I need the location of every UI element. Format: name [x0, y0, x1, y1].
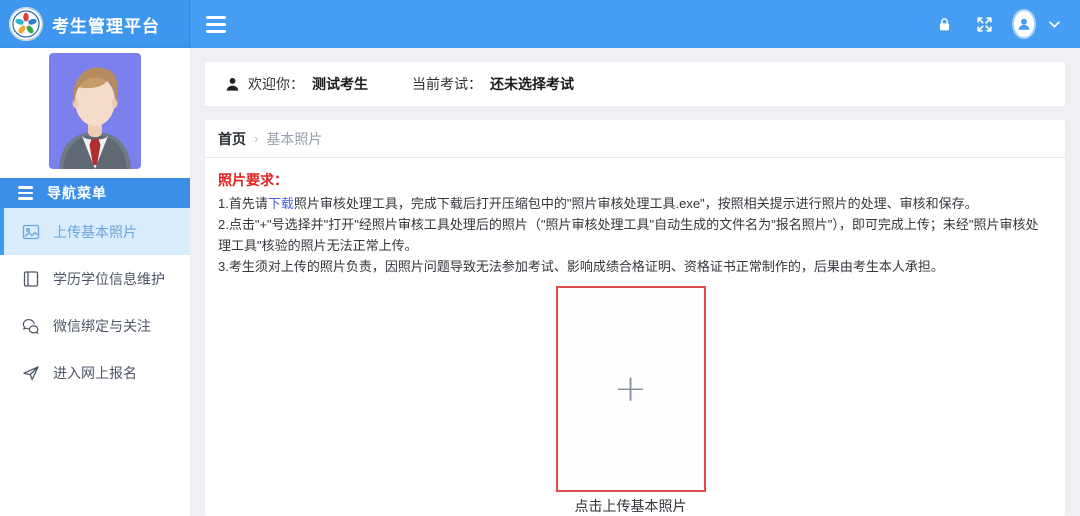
breadcrumb-separator: ›	[254, 131, 258, 146]
wechat-icon	[22, 317, 40, 335]
nav-menu-title: 导航菜单	[47, 183, 107, 203]
user-icon	[225, 77, 240, 92]
sidebar: 导航菜单 上传基本照片 学历学位信息维护	[0, 48, 190, 516]
breadcrumb-current: 基本照片	[266, 129, 322, 149]
sidebar-menu: 上传基本照片 学历学位信息维护 微信绑定与关注	[0, 208, 190, 396]
sidebar-item-label: 进入网上报名	[53, 363, 137, 383]
sidebar-item-wechat-bind[interactable]: 微信绑定与关注	[0, 302, 190, 349]
chevron-down-icon[interactable]	[1044, 14, 1064, 34]
sidebar-item-label: 学历学位信息维护	[53, 269, 165, 289]
person-placeholder-image	[49, 53, 141, 169]
requirement-line-3: 3.考生须对上传的照片负责，因照片问题导致无法参加考试、影响成绩合格证明、资格证…	[218, 256, 1043, 277]
nav-menu-header: 导航菜单	[0, 178, 190, 208]
book-icon	[22, 270, 40, 288]
breadcrumb: 首页 › 基本照片	[205, 120, 1065, 158]
upload-caption: 点击上传基本照片	[575, 496, 687, 516]
breadcrumb-home[interactable]: 首页	[218, 129, 246, 149]
user-name: 测试考生	[312, 74, 368, 94]
current-exam-label: 当前考试：	[412, 74, 482, 94]
fullscreen-icon[interactable]	[974, 14, 994, 34]
sidebar-item-label: 微信绑定与关注	[53, 316, 151, 336]
platform-logo-icon	[8, 6, 44, 42]
top-header: 考生管理平台	[0, 0, 1080, 48]
welcome-bar: 欢迎你： 测试考生 当前考试： 还未选择考试	[205, 62, 1065, 106]
candidate-photo-placeholder	[0, 48, 190, 178]
requirements-title: 照片要求：	[218, 170, 1043, 190]
current-exam-value: 还未选择考试	[490, 74, 574, 94]
plus-icon: +	[614, 371, 648, 408]
sidebar-item-education-info[interactable]: 学历学位信息维护	[0, 255, 190, 302]
photo-upload-box[interactable]: +	[556, 286, 706, 492]
image-icon	[22, 223, 40, 241]
requirement-line-1: 1.首先请下载照片审核处理工具，完成下载后打开压缩包中的"照片审核处理工具.ex…	[218, 193, 1043, 214]
lock-icon[interactable]	[934, 14, 954, 34]
greeting-label: 欢迎你：	[248, 74, 304, 94]
collapse-menu-icon[interactable]	[206, 12, 226, 37]
upload-zone: + 点击上传基本照片	[218, 286, 1043, 516]
main-content: 欢迎你： 测试考生 当前考试： 还未选择考试 首页 › 基本照片 照片要求： 1.首…	[190, 48, 1080, 516]
photo-requirements-section: 照片要求： 1.首先请下载照片审核处理工具，完成下载后打开压缩包中的"照片审核处…	[205, 158, 1065, 516]
download-tool-link[interactable]: 下载	[268, 196, 294, 211]
user-avatar-icon[interactable]	[1014, 14, 1034, 34]
content-panel: 首页 › 基本照片 照片要求： 1.首先请下载照片审核处理工具，完成下载后打开压…	[205, 120, 1065, 516]
app-title: 考生管理平台	[52, 12, 160, 37]
nav-menu-icon	[18, 183, 33, 202]
sidebar-item-upload-photo[interactable]: 上传基本照片	[0, 208, 190, 255]
requirement-line-2: 2.点击"+"号选择并"打开"经照片审核工具处理后的照片（"照片审核处理工具"自…	[218, 214, 1043, 256]
header-brand: 考生管理平台	[0, 0, 190, 48]
app-window: 考生管理平台	[0, 0, 1080, 516]
requirement-1-rest: 照片审核处理工具，完成下载后打开压缩包中的"照片审核处理工具.exe"，按照相关…	[294, 196, 978, 211]
sidebar-item-label: 上传基本照片	[53, 222, 137, 242]
sidebar-item-online-registration[interactable]: 进入网上报名	[0, 349, 190, 396]
send-icon	[22, 364, 40, 382]
header-bar	[190, 0, 1080, 48]
requirement-1-pre: 1.首先请	[218, 196, 268, 211]
